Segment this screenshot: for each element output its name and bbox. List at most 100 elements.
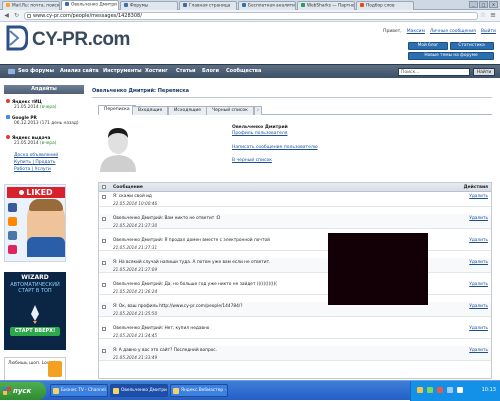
bottom-ad-banner[interactable]: Любишь шоп. Love is... (4, 357, 66, 381)
delete-link[interactable]: Удалить (469, 216, 488, 221)
personal-messages-link[interactable]: Личные сообщения (430, 29, 476, 34)
row-checkbox[interactable] (102, 217, 106, 221)
browser-tab[interactable]: Главная страница (179, 1, 237, 10)
site-logo[interactable]: CY-PR.com (6, 25, 136, 57)
site-icon (124, 3, 128, 7)
row-checkbox[interactable] (102, 327, 106, 331)
column-message: Сообщение (113, 185, 143, 190)
blacklist-link[interactable]: В черный список (232, 158, 272, 163)
delete-link[interactable]: Удалить (469, 304, 488, 309)
table-row: Я: скажи свой ид 22.05.2014 10:00:46 Удали… (99, 192, 491, 207)
nav-item-site-analysis[interactable]: Анализ сайта (60, 68, 99, 74)
nav-item-communities[interactable]: Сообщества (226, 68, 261, 74)
forum-icon (8, 68, 15, 75)
browser-tab-active[interactable]: Овельченко Дмитри (61, 0, 119, 10)
search-input[interactable]: Поиск... (398, 68, 470, 76)
network-icon[interactable] (447, 387, 453, 393)
update-note: (вчера) (39, 141, 57, 146)
nav-item-articles[interactable]: Статьи (176, 68, 196, 74)
delete-link[interactable]: Удалить (469, 238, 488, 243)
delete-link[interactable]: Удалить (469, 326, 488, 331)
username-link[interactable]: Максим (407, 29, 425, 34)
bookmark-star-icon[interactable]: ☆ (480, 11, 486, 19)
odnoklassniki-icon (8, 217, 17, 226)
browser-tab[interactable]: Бесплатная аналити (238, 1, 296, 10)
page-title: Овельченко Дмитрий: Переписка (92, 88, 189, 94)
site-icon (65, 2, 69, 6)
row-checkbox[interactable] (102, 261, 106, 265)
write-message-link[interactable]: Написать сообщение пользователю (232, 145, 318, 150)
browser-tab[interactable]: WebSharks — Партне (297, 1, 355, 10)
menu-icon[interactable]: ≡ (490, 11, 496, 19)
statistics-button[interactable]: Статистика (449, 42, 494, 50)
jobs-services-link[interactable]: Работа | Услуги (14, 167, 51, 172)
message-date: 21.05.2014 21:35:50 (113, 311, 158, 316)
message-text: Овельченко Дмитрий: Нет, купил недавно (113, 326, 210, 331)
tab-more[interactable]: › (254, 106, 262, 115)
browser-tab[interactable]: Форумы (120, 1, 178, 10)
buy-sell-link[interactable]: Купить | Продать (14, 160, 56, 165)
nav-item-tools[interactable]: Инструменты (103, 68, 142, 74)
tab-outbox[interactable]: Исходящие (168, 106, 208, 115)
message-text: Я: А давно у вас это сайт? Последний воп… (113, 348, 218, 353)
browser-tab-label: Форумы (130, 3, 149, 9)
update-note: (вчера) (39, 105, 57, 110)
profile-link[interactable]: Профиль пользователя (232, 131, 287, 136)
delete-link[interactable]: Удалить (469, 194, 488, 199)
volume-icon[interactable] (457, 387, 463, 393)
table-body: Я: скажи свой ид 22.05.2014 10:00:46 Удали… (99, 192, 491, 378)
table-header: Сообщение Действия (99, 183, 491, 192)
message-date: 21.05.2014 21:37:31 (113, 245, 158, 250)
ad-cta-button[interactable]: СТАРТ ВВЕРХ! (10, 327, 60, 336)
taskbar-item-active[interactable]: Овельченко Дмитри... (110, 384, 168, 397)
tab-inbox[interactable]: Входящие (132, 106, 169, 115)
taskbar-item[interactable]: Бизнес TV - Channel... (50, 384, 108, 397)
browser-tab[interactable]: Mail.Ru: почта, поиск (2, 1, 60, 10)
my-blog-button[interactable]: Мой блог (408, 42, 448, 50)
classifieds-link[interactable]: Доска объявлений (14, 153, 58, 158)
redacted-overlay (328, 233, 428, 305)
page-icon (27, 14, 31, 18)
nav-item-hosting[interactable]: Хостинг (145, 68, 168, 74)
delete-link[interactable]: Удалить (469, 260, 488, 265)
liked-ad-banner[interactable]: LIKED (4, 184, 66, 262)
reload-icon[interactable]: ↻ (13, 12, 20, 19)
site-icon (360, 3, 364, 7)
maximize-icon[interactable]: □ (479, 1, 488, 8)
nav-item-seo-forums[interactable]: Seo форумы (18, 68, 54, 74)
tray-icon[interactable] (427, 387, 433, 393)
logo-mark-icon (6, 25, 28, 51)
row-checkbox[interactable] (102, 349, 106, 353)
taskbar-item[interactable]: Яндекс.Вебмастер -... (170, 384, 228, 397)
new-topics-button[interactable]: Новые темы на форуме (408, 52, 494, 60)
tab-blacklist[interactable]: Черный список (206, 106, 254, 115)
delete-link[interactable]: Удалить (469, 282, 488, 287)
close-icon[interactable]: × (489, 1, 498, 8)
browser-tab-label: Овельченко Дмитри (71, 2, 117, 8)
vk-icon (8, 231, 17, 240)
main-content: Овельченко Дмитрий: Переписка Переписка … (92, 82, 498, 379)
row-checkbox[interactable] (102, 283, 106, 287)
url-field[interactable]: www.cy-pr.com/people/messages/1428308/ (24, 12, 478, 20)
start-button[interactable]: пуск (0, 382, 46, 400)
divider (92, 97, 492, 98)
profile-card: Овельченко Дмитрий Профиль пользователя … (98, 118, 492, 186)
back-icon[interactable]: ◀ (3, 12, 10, 19)
search-button[interactable]: Найти (473, 68, 495, 76)
message-text: Я: На всякий случай напиши туда. А потом… (113, 260, 271, 265)
select-all-checkbox[interactable] (102, 185, 106, 189)
tab-conversation[interactable]: Переписка (98, 105, 136, 115)
minimize-icon[interactable]: _ (469, 1, 478, 8)
logout-link[interactable]: Выйти (481, 29, 496, 34)
delete-link[interactable]: Удалить (469, 348, 488, 353)
wizard-ad-banner[interactable]: WIZARD АВТОМАТИЧЕСКИЙ СТАРТ В ТОП СТАРТ … (4, 272, 66, 350)
row-checkbox[interactable] (102, 239, 106, 243)
message-text: Овельченко Дмитрий: Да, но больше год уж… (113, 282, 277, 287)
row-checkbox[interactable] (102, 305, 106, 309)
tray-icon[interactable] (437, 387, 443, 393)
ad-title: WIZARD (21, 274, 49, 281)
row-checkbox[interactable] (102, 195, 106, 199)
nav-item-blogs[interactable]: Блоги (202, 68, 219, 74)
tray-icon[interactable] (417, 387, 423, 393)
browser-tab[interactable]: Подбор слов (356, 1, 414, 10)
